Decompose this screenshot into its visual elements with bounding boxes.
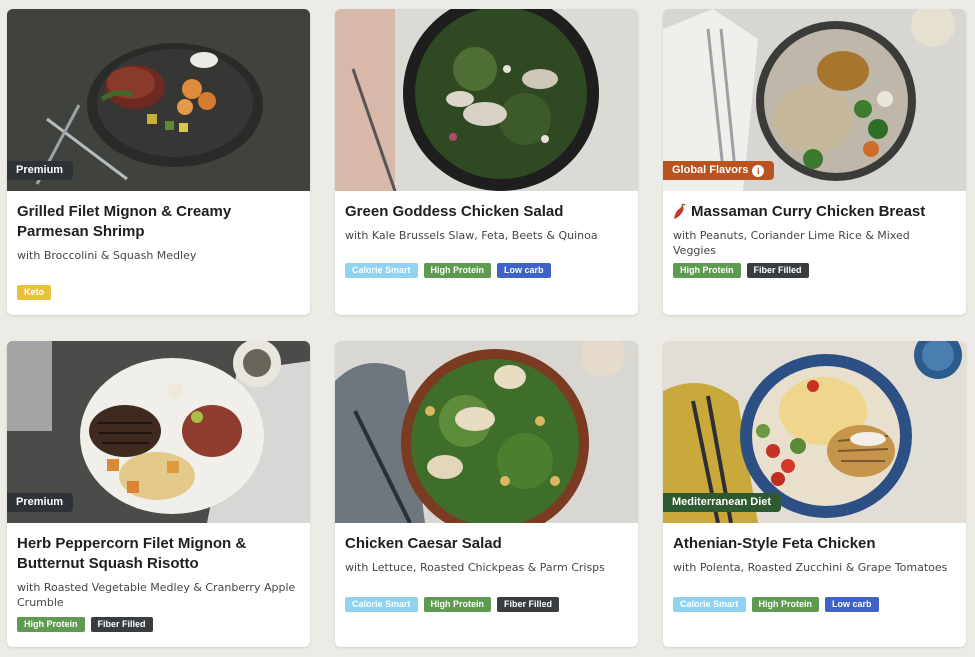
- meal-title: Herb Peppercorn Filet Mignon & Butternut…: [17, 535, 247, 572]
- meal-title: Athenian-Style Feta Chicken: [673, 535, 876, 552]
- meal-card-chicken-caesar[interactable]: Chicken Caesar Salad with Lettuce, Roast…: [335, 341, 638, 647]
- tag-list: Calorie Smart High Protein Low carb: [673, 597, 879, 612]
- meal-photo: Mediterranean Diet: [663, 341, 966, 523]
- meal-grid: Premium Grilled Filet Mignon & Creamy Pa…: [7, 9, 966, 647]
- meal-subtitle: with Peanuts, Coriander Lime Rice & Mixe…: [673, 229, 910, 257]
- tag-list: High Protein Fiber Filled: [17, 617, 153, 632]
- tag-calorie-smart: Calorie Smart: [345, 597, 418, 612]
- meal-subtitle: with Broccolini & Squash Medley: [17, 249, 197, 262]
- meal-photo: Premium: [7, 341, 310, 523]
- tag-fiber-filled: Fiber Filled: [90, 617, 153, 632]
- info-icon[interactable]: i: [752, 164, 765, 177]
- meal-title: Green Goddess Chicken Salad: [345, 203, 564, 220]
- premium-badge: Premium: [7, 493, 74, 512]
- meal-card-massaman-curry[interactable]: Global Flavors i Massaman Curry Chicken …: [663, 9, 966, 315]
- meal-photo: Global Flavors i: [663, 9, 966, 191]
- tag-list: Calorie Smart High Protein Low carb: [345, 263, 551, 278]
- tag-list: Calorie Smart High Protein Fiber Filled: [345, 597, 560, 612]
- meal-title: Chicken Caesar Salad: [345, 535, 502, 552]
- tag-high-protein: High Protein: [751, 597, 820, 612]
- premium-badge: Premium: [7, 161, 74, 180]
- meal-card-athenian-feta[interactable]: Mediterranean Diet Athenian-Style Feta C…: [663, 341, 966, 647]
- meal-title: Massaman Curry Chicken Breast: [673, 202, 956, 222]
- tag-fiber-filled: Fiber Filled: [497, 597, 560, 612]
- tag-high-protein: High Protein: [673, 263, 741, 278]
- meal-subtitle: with Roasted Vegetable Medley & Cranberr…: [17, 581, 296, 609]
- meal-subtitle: with Polenta, Roasted Zucchini & Grape T…: [673, 561, 948, 574]
- tag-low-carb: Low carb: [497, 263, 551, 278]
- meal-photo: [335, 9, 638, 191]
- tag-list: High Protein Fiber Filled: [673, 263, 809, 278]
- tag-high-protein: High Protein: [423, 597, 492, 612]
- meal-subtitle: with Kale Brussels Slaw, Feta, Beets & Q…: [345, 229, 598, 242]
- tag-low-carb: Low carb: [825, 597, 879, 612]
- tag-keto: Keto: [17, 285, 51, 300]
- tag-list: Keto: [17, 285, 51, 300]
- meal-title: Grilled Filet Mignon & Creamy Parmesan S…: [17, 203, 232, 240]
- mediterranean-diet-badge: Mediterranean Diet: [663, 493, 782, 512]
- tag-high-protein: High Protein: [17, 617, 85, 632]
- tag-calorie-smart: Calorie Smart: [673, 597, 746, 612]
- tag-high-protein: High Protein: [423, 263, 492, 278]
- tag-calorie-smart: Calorie Smart: [345, 263, 418, 278]
- tag-fiber-filled: Fiber Filled: [746, 263, 809, 278]
- meal-card-filet-shrimp[interactable]: Premium Grilled Filet Mignon & Creamy Pa…: [7, 9, 310, 315]
- chili-pepper-icon: [674, 203, 686, 219]
- meal-subtitle: with Lettuce, Roasted Chickpeas & Parm C…: [345, 561, 605, 574]
- global-flavors-badge[interactable]: Global Flavors i: [663, 161, 775, 180]
- meal-card-herb-peppercorn[interactable]: Premium Herb Peppercorn Filet Mignon & B…: [7, 341, 310, 647]
- meal-photo: Premium: [7, 9, 310, 191]
- meal-photo: [335, 341, 638, 523]
- meal-card-green-goddess[interactable]: Green Goddess Chicken Salad with Kale Br…: [335, 9, 638, 315]
